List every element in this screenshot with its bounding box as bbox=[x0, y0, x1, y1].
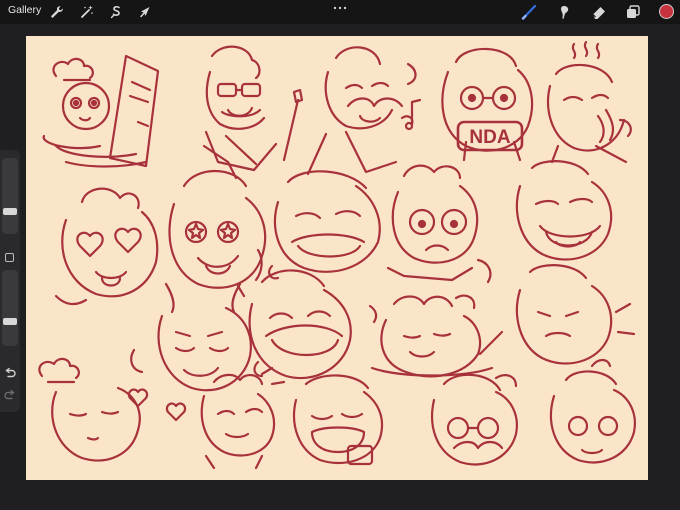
undo-icon[interactable] bbox=[3, 366, 17, 380]
brush-icon[interactable] bbox=[520, 3, 538, 21]
nda-badge-text: NDA bbox=[469, 127, 510, 148]
sketch-man-glasses-brush bbox=[202, 45, 304, 180]
active-color-swatch[interactable] bbox=[659, 4, 674, 19]
sketch-man-sleeping bbox=[370, 294, 494, 378]
left-sidebar bbox=[0, 150, 20, 412]
sketch-man-wincing bbox=[478, 264, 636, 365]
brush-size-knob[interactable] bbox=[3, 207, 17, 215]
layers-icon[interactable] bbox=[624, 3, 642, 21]
transform-arrow-icon[interactable] bbox=[137, 4, 153, 20]
sketch-man-worried bbox=[200, 366, 286, 470]
redo-icon[interactable] bbox=[3, 388, 17, 402]
sketch-chef-with-frame bbox=[42, 54, 160, 168]
sketch-man-laughing bbox=[248, 269, 378, 380]
sketch-man-determined bbox=[550, 358, 636, 464]
sketch-man-face-mask bbox=[292, 374, 384, 466]
selection-icon[interactable] bbox=[108, 4, 124, 20]
gallery-button[interactable]: Gallery bbox=[8, 4, 41, 16]
modify-square-icon[interactable] bbox=[5, 253, 14, 262]
eraser-icon[interactable] bbox=[590, 3, 608, 21]
sketch-man-mustache-music bbox=[306, 46, 422, 176]
brush-size-slider[interactable] bbox=[2, 158, 18, 234]
magic-wand-icon[interactable] bbox=[79, 4, 95, 20]
wrench-icon[interactable] bbox=[49, 4, 65, 20]
sketch-man-mustache-glasses bbox=[430, 373, 518, 466]
brush-opacity-slider[interactable] bbox=[2, 270, 18, 346]
sketch-man-big-grin bbox=[268, 170, 381, 280]
brush-opacity-knob[interactable] bbox=[3, 318, 17, 326]
top-grabber-dots[interactable] bbox=[333, 6, 347, 10]
sketch-chef-kiss bbox=[38, 357, 187, 462]
emote-sketch-group: NDA bbox=[38, 40, 636, 470]
sketch-artwork: NDA bbox=[38, 40, 636, 470]
drawing-canvas[interactable]: NDA bbox=[26, 36, 648, 480]
sketch-man-steaming-coffee bbox=[546, 40, 632, 164]
sketch-man-heart-eyes bbox=[54, 187, 159, 306]
sketch-man-star-eyes bbox=[168, 169, 267, 298]
top-toolbar: Gallery bbox=[0, 0, 680, 24]
sketch-man-wide-eyes bbox=[386, 164, 492, 284]
sketch-man-beard-sleepy bbox=[515, 160, 613, 261]
smudge-icon[interactable] bbox=[556, 3, 574, 21]
